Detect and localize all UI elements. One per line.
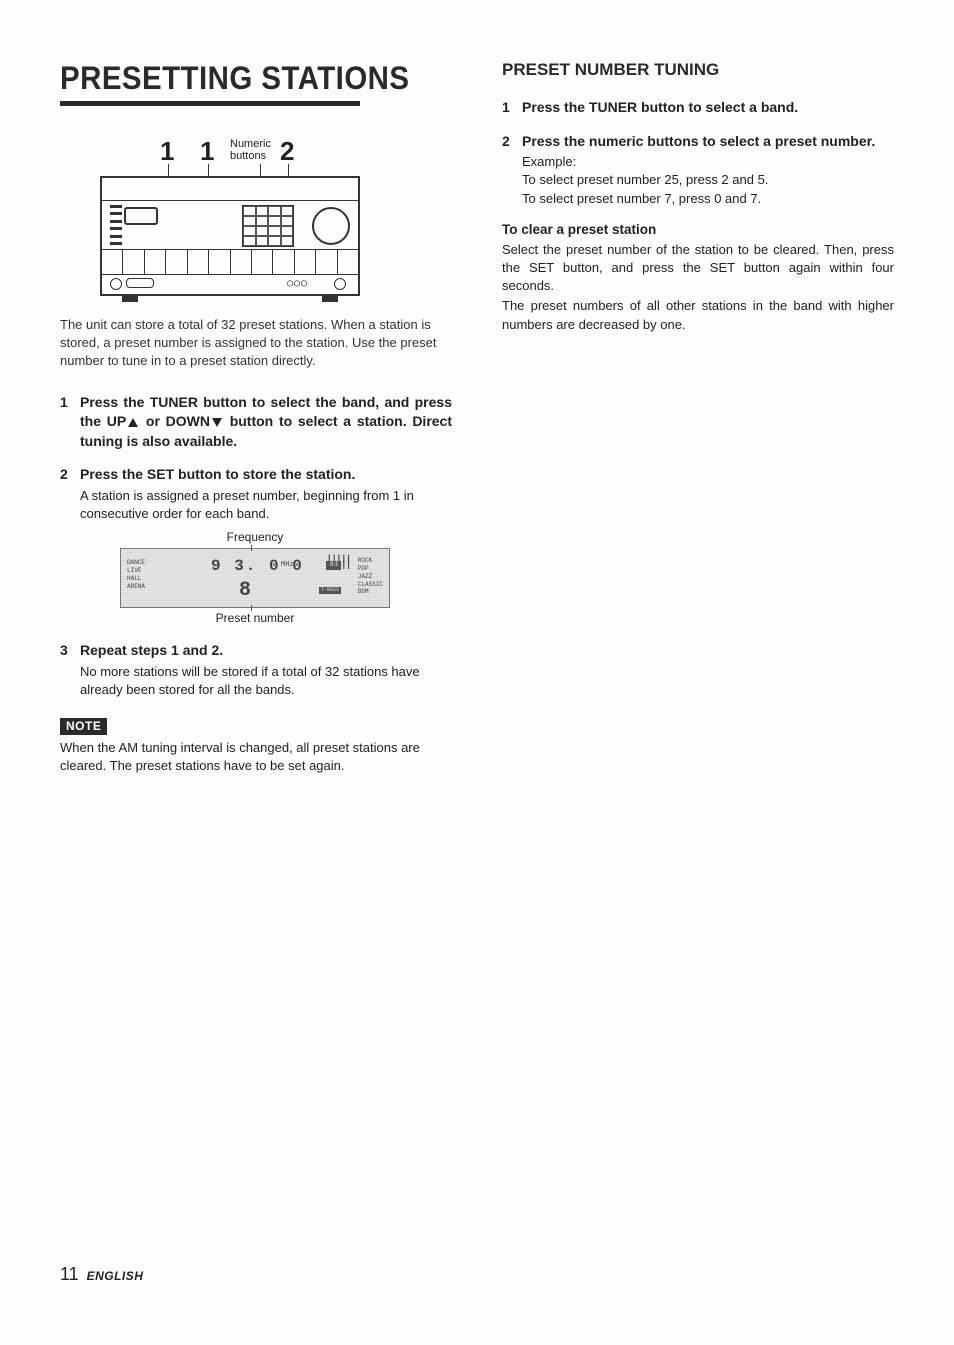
clear-heading: To clear a preset station — [502, 222, 894, 237]
step-3: Repeat steps 1 and 2. No more stations w… — [60, 641, 452, 699]
unit-diagram: 1 1 Numeric buttons 2 — [100, 136, 360, 296]
manual-page: PRESETTING STATIONS 1 1 Numeric buttons … — [0, 0, 954, 1345]
clear-body-1: Select the preset number of the station … — [502, 241, 894, 296]
step-3-head: Repeat steps 1 and 2. — [80, 641, 452, 661]
callout-numeric: Numeric buttons — [230, 138, 271, 162]
lcd-left-labels: DANCE LIVE HALL ARENA — [127, 559, 145, 590]
step-1-head: Press the TUNER button to select the ban… — [80, 393, 452, 452]
lcd-mhz: MHz — [281, 561, 294, 571]
numeric-keypad-icon — [242, 205, 294, 247]
tuning-step-1: Press the TUNER button to select a band. — [502, 98, 894, 118]
port-icon — [110, 278, 122, 290]
callout-1b: 1 — [200, 136, 214, 167]
example-1: To select preset number 25, press 2 and … — [522, 171, 894, 189]
step-2-head: Press the SET button to store the statio… — [80, 465, 452, 485]
lcd-right-labels: ROCK POP JAZZ CLASSIC BGM — [358, 557, 383, 596]
tuning-step-1-head: Press the TUNER button to select a band. — [522, 98, 894, 118]
page-footer: 11 ENGLISH — [60, 1264, 143, 1285]
right-heading: PRESET NUMBER TUNING — [502, 60, 894, 80]
lcd-display: DANCE LIVE HALL ARENA 9 3. 0 0 MHz 8 BBE… — [120, 548, 390, 608]
page-language: ENGLISH — [87, 1269, 144, 1283]
left-column: PRESETTING STATIONS 1 1 Numeric buttons … — [60, 60, 452, 775]
step-1: Press the TUNER button to select the ban… — [60, 393, 452, 452]
example-label: Example: — [522, 153, 894, 171]
unit-illustration: ○○○ — [100, 176, 360, 296]
down-triangle-icon — [212, 418, 222, 427]
intro-text: The unit can store a total of 32 preset … — [60, 316, 452, 371]
title-rule — [60, 101, 360, 106]
tuning-step-2: Press the numeric buttons to select a pr… — [502, 132, 894, 208]
step-3-body: No more stations will be stored if a tot… — [80, 663, 452, 699]
jack-icon — [334, 278, 346, 290]
lcd-top-label: Frequency — [120, 529, 390, 546]
example-2: To select preset number 7, press 0 and 7… — [522, 190, 894, 208]
callout-1a: 1 — [160, 136, 174, 167]
lcd-tbass: T-BASS — [319, 587, 341, 594]
callout-2: 2 — [280, 136, 294, 167]
note-badge: NOTE — [60, 718, 107, 735]
tuning-step-2-head: Press the numeric buttons to select a pr… — [522, 132, 894, 152]
lcd-figure: Frequency DANCE LIVE HALL ARENA 9 3. 0 0… — [120, 529, 390, 627]
right-column: PRESET NUMBER TUNING Press the TUNER but… — [502, 60, 894, 775]
step-2-body: A station is assigned a preset number, b… — [80, 487, 452, 523]
preset-steps: Press the TUNER button to select the ban… — [60, 393, 452, 699]
section-title: PRESETTING STATIONS — [60, 60, 421, 97]
note-text: When the AM tuning interval is changed, … — [60, 739, 452, 775]
clear-body-2: The preset numbers of all other stations… — [502, 297, 894, 333]
page-number: 11 — [60, 1264, 79, 1284]
lcd-bottom-label: Preset number — [120, 610, 390, 627]
tuning-steps: Press the TUNER button to select a band.… — [502, 98, 894, 208]
lcd-preset-number: 8 — [239, 577, 251, 605]
up-triangle-icon — [128, 418, 138, 427]
step-2: Press the SET button to store the statio… — [60, 465, 452, 627]
knob-icon — [312, 207, 350, 245]
